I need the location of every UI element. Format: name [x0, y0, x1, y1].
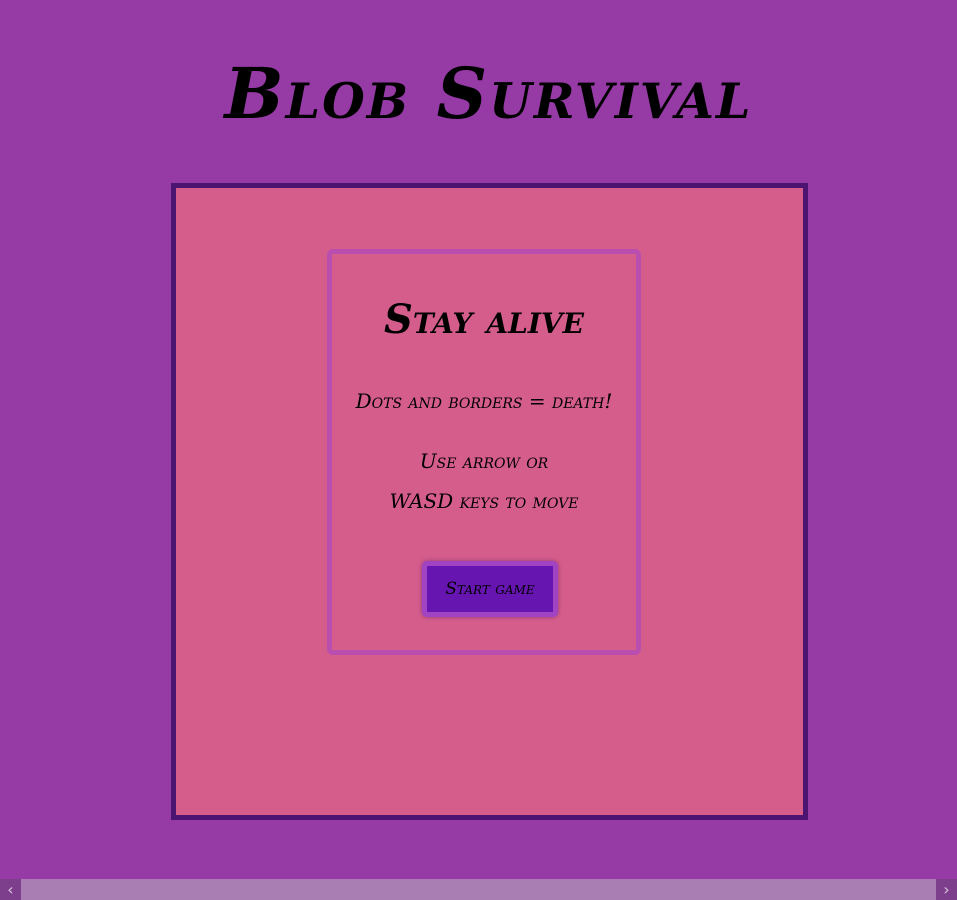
- danger-warning-text: Dots and borders = death!: [355, 389, 613, 413]
- scroll-right-button[interactable]: ›: [936, 879, 957, 900]
- controls-text-line-1: Use arrow or: [419, 449, 549, 473]
- game-arena: Stay alive Dots and borders = death! Use…: [171, 183, 808, 820]
- start-card-title: Stay alive: [383, 296, 584, 343]
- scrollbar-thumb[interactable]: [21, 879, 925, 900]
- scroll-left-button[interactable]: ‹: [0, 879, 21, 900]
- game-page: Blob Survival Stay alive Dots and border…: [0, 0, 957, 900]
- horizontal-scrollbar[interactable]: ‹ ›: [0, 879, 957, 900]
- chevron-right-icon: ›: [943, 880, 950, 899]
- controls-text-line-2: WASD keys to move: [389, 489, 579, 513]
- game-title: Blob Survival: [224, 52, 753, 135]
- chevron-left-icon: ‹: [7, 880, 14, 899]
- start-card: Stay alive Dots and borders = death! Use…: [327, 249, 641, 655]
- start-game-button[interactable]: Start game: [422, 561, 558, 617]
